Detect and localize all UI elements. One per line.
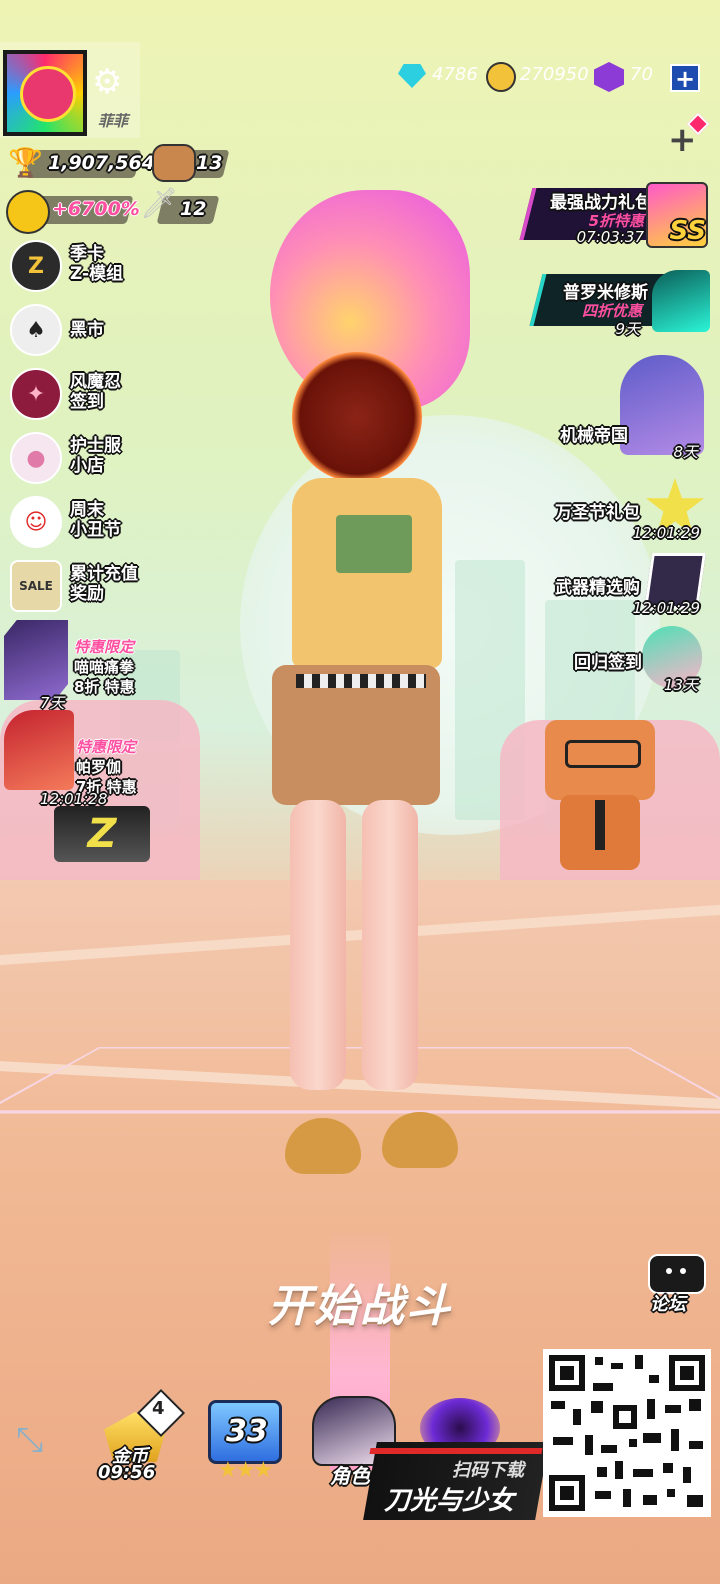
offer-prometheus[interactable]: 普罗米修斯 四折优惠 9天 — [520, 270, 710, 338]
offer-title: 武器精选购 — [555, 578, 640, 598]
player-nickname: 菲菲 — [98, 112, 129, 130]
menu-item-recharge-reward[interactable]: SALE 累计充值 奖励 — [4, 560, 164, 616]
offer-meow-punch[interactable]: 特惠限定 喵喵痛拳 8折 特惠 7天 — [0, 614, 160, 712]
offer-weapon-select[interactable]: 武器精选购 12:01:29 — [530, 553, 710, 617]
offer-return-signin[interactable]: 回归签到 13天 — [550, 626, 710, 694]
menu-label: 季卡 Z-模组 — [70, 244, 124, 284]
ticket-count: 70 — [630, 64, 653, 85]
add-currency-button[interactable]: + — [670, 64, 700, 92]
diamond-icon — [398, 64, 426, 88]
prometheus-portrait — [652, 270, 710, 332]
mech-empire-portrait — [620, 355, 704, 455]
gold-badge-count: 4 — [152, 1398, 165, 1419]
character-belt — [296, 674, 426, 688]
menu-label: 黑市 — [70, 320, 104, 340]
offer-halloween-pack[interactable]: 万圣节礼包 12:01:29 — [530, 478, 710, 542]
offer-title: 机械帝国 — [560, 426, 628, 446]
z-pass-icon: Z — [54, 806, 150, 862]
menu-item-black-market[interactable]: ♠ 黑市 — [4, 304, 164, 360]
offer-time: 12:01:29 — [632, 599, 700, 617]
paroga-hero-portrait — [4, 710, 74, 790]
ticket-icon — [594, 62, 624, 92]
power-value: 1,907,564 — [48, 152, 155, 174]
fullscreen-expand-icon[interactable]: ⤡ — [16, 1420, 43, 1460]
avatar-emblem — [20, 66, 76, 122]
offer-discount: 8折 特惠 — [74, 678, 135, 696]
offer-name: 喵喵痛拳 — [74, 658, 135, 676]
bear-mascot — [545, 720, 655, 870]
nurse-outfit-icon: ● — [10, 432, 62, 484]
offer-title: 回归签到 — [574, 653, 642, 673]
player-avatar[interactable] — [3, 50, 87, 136]
download-qr-code[interactable] — [543, 1349, 711, 1517]
menu-label: 累计充值 奖励 — [70, 564, 138, 604]
ninja-star-icon: ✦ — [10, 368, 62, 420]
forum-button[interactable]: 论坛 — [646, 1254, 706, 1315]
character-leg — [362, 800, 418, 1090]
settings-gear-icon[interactable]: ⚙ — [92, 62, 122, 102]
meow-hero-portrait — [4, 620, 68, 700]
spade-icon: ♠ — [10, 304, 62, 356]
coin-count: 270950 — [520, 64, 589, 85]
offer-name: 帕罗伽 — [76, 758, 122, 776]
offer-time: 8天 — [673, 443, 698, 461]
clown-icon: ☺ — [10, 496, 62, 548]
forum-chat-icon — [648, 1254, 706, 1294]
sale-tag-icon: SALE — [10, 560, 62, 612]
trophy-icon: 🏆 — [8, 146, 43, 179]
offer-time: 9天 — [615, 320, 640, 338]
bonus-value: +6700% — [52, 198, 140, 220]
forum-label: 论坛 — [650, 1294, 686, 1315]
shirt-print — [336, 515, 412, 573]
diamond-count: 4786 — [432, 64, 478, 85]
bear-pet-icon[interactable] — [152, 144, 196, 182]
menu-item-clown-festival[interactable]: ☺ 周末 小丑节 — [4, 496, 164, 552]
menu-item-nurse-shop[interactable]: ● 护士服 小店 — [4, 432, 164, 488]
ss-badge: SS — [669, 216, 706, 246]
offer-tag: 特惠限定 — [76, 738, 137, 756]
promo-scan-text: 扫码下载 — [452, 1460, 524, 1481]
offer-time: 13天 — [663, 676, 698, 694]
offer-time: 12:01:29 — [632, 524, 700, 542]
gold-timer: 09:56 — [98, 1462, 156, 1483]
menu-item-ninja-signin[interactable]: ✦ 风魔忍 签到 — [4, 368, 164, 424]
coin-icon — [486, 62, 516, 92]
z-card-icon: Z — [10, 240, 62, 292]
sword-icon[interactable]: 🗡 — [140, 186, 178, 221]
menu-label: 风魔忍 签到 — [70, 372, 121, 412]
bonus-face-icon[interactable] — [6, 190, 50, 234]
offer-paroga[interactable]: 特惠限定 帕罗伽 7折 特惠 12:01:28 Z — [0, 706, 160, 866]
gold-reward-button[interactable]: 4 金币 09:56 — [96, 1388, 186, 1486]
promo-banner-stripe — [369, 1448, 543, 1454]
menu-label: 周末 小丑节 — [70, 500, 121, 540]
offer-title: 万圣节礼包 — [555, 503, 640, 523]
start-battle-button[interactable]: 开始战斗 — [245, 1270, 475, 1332]
offer-time: 07:03:37 — [576, 228, 644, 246]
level-button[interactable]: 33 ★★★ — [206, 1400, 284, 1486]
sword-count: 12 — [180, 198, 207, 220]
character-shirt — [292, 478, 442, 668]
offer-tag: 特惠限定 — [74, 638, 135, 656]
menu-item-season-card[interactable]: Z 季卡 Z-模组 — [4, 240, 164, 296]
character-head — [292, 352, 422, 482]
level-stars-icon: ★★★ — [218, 1458, 273, 1483]
menu-label: 护士服 小店 — [70, 436, 121, 476]
offer-strongest-pack[interactable]: 最强战力礼包 5折特惠 07:03:37 SS — [502, 182, 710, 248]
character-leg — [290, 800, 346, 1090]
role-label: 角色 — [330, 1464, 370, 1488]
offer-mech-empire[interactable]: 机械帝国 8天 — [540, 355, 710, 463]
pet-count: 13 — [196, 152, 223, 174]
level-value: 33 — [226, 1414, 268, 1449]
promo-game-title: 刀光与少女 — [384, 1486, 515, 1516]
